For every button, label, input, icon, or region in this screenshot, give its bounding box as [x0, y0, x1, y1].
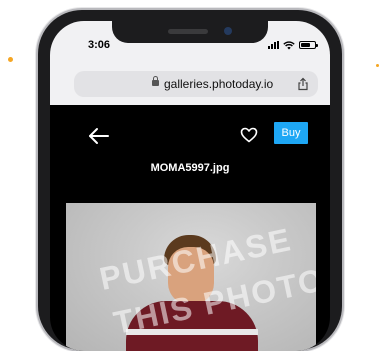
front-camera [224, 27, 232, 35]
gallery-header: Buy MOMA5997.jpg [50, 105, 330, 195]
power-button [342, 130, 345, 182]
status-time: 3:06 [88, 39, 111, 51]
favorite-heart-icon[interactable] [240, 127, 258, 143]
back-arrow-icon[interactable] [88, 127, 110, 145]
photo-preview[interactable]: PURCHASE THIS PHOTO [66, 203, 316, 351]
photo-filename: MOMA5997.jpg [150, 162, 230, 174]
cellular-signal-icon [268, 41, 279, 49]
decorative-dot [8, 57, 13, 62]
decorative-dot [376, 64, 379, 67]
phone-screen: 3:06 galleries.photoday.io Buy MOMA5997.… [50, 21, 330, 351]
buy-button[interactable]: Buy [274, 122, 308, 144]
url-text: galleries.photoday.io [164, 77, 274, 91]
share-icon[interactable] [296, 77, 310, 91]
phone-frame: 3:06 galleries.photoday.io Buy MOMA5997.… [38, 10, 342, 351]
battery-icon [299, 41, 318, 49]
speaker-grille [168, 29, 208, 34]
address-bar[interactable]: galleries.photoday.io [74, 71, 318, 97]
lock-icon [152, 76, 159, 86]
notch [112, 21, 268, 43]
wifi-icon [283, 40, 295, 49]
status-icons [268, 39, 318, 51]
